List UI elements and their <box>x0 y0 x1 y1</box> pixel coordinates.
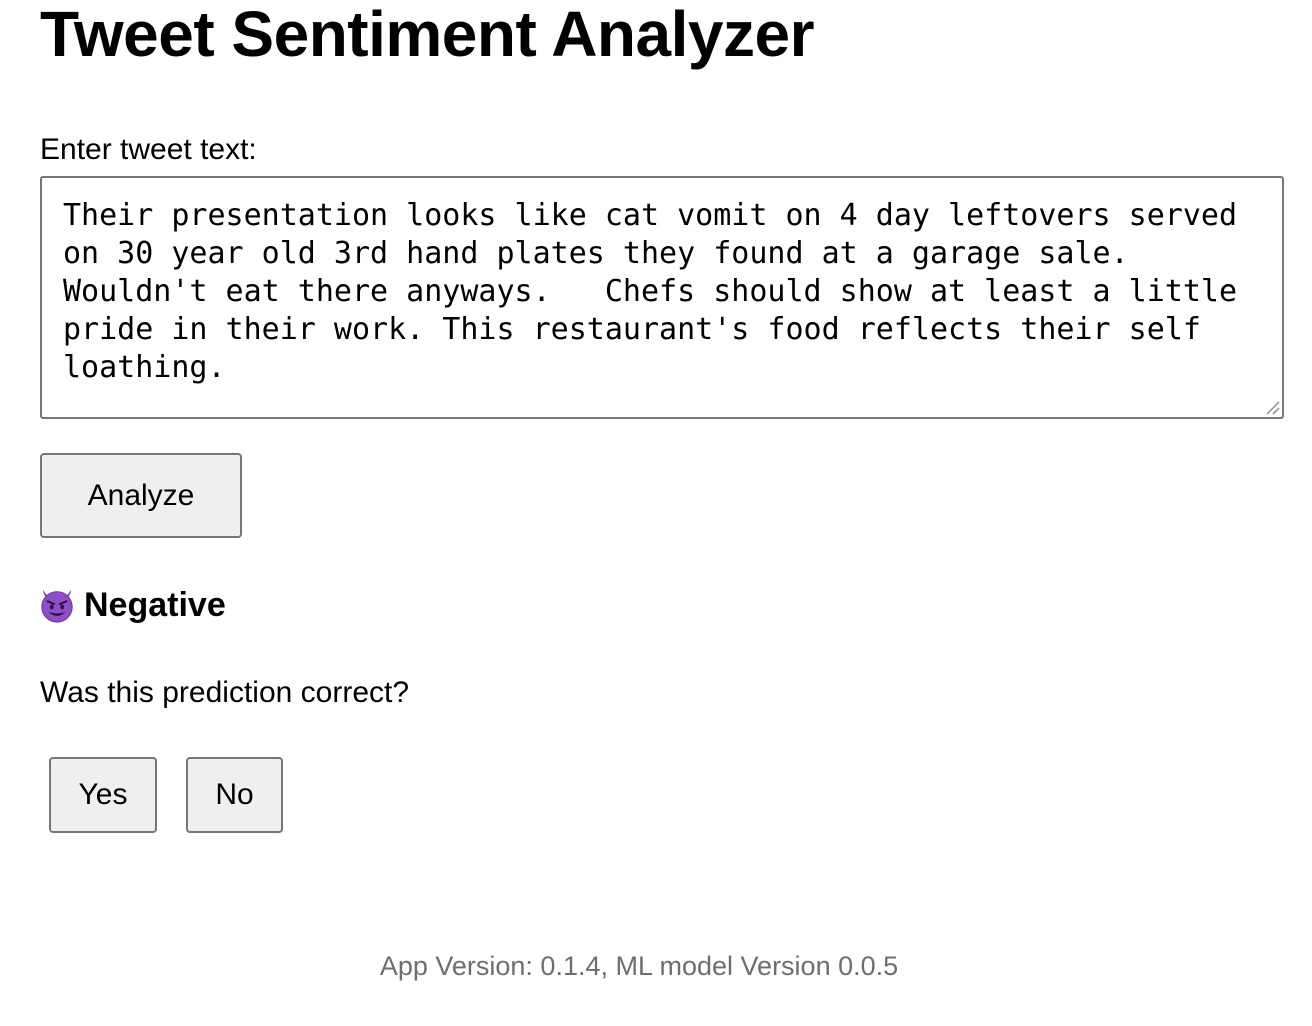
tweet-text-value[interactable]: Their presentation looks like cat vomit … <box>63 197 1242 387</box>
tweet-textarea[interactable]: Their presentation looks like cat vomit … <box>40 176 1284 419</box>
feedback-buttons: Yes No <box>49 757 1284 833</box>
resize-handle-icon[interactable] <box>1264 399 1280 415</box>
feedback-question: Was this prediction correct? <box>40 676 410 709</box>
sentiment-label: Negative <box>84 586 226 624</box>
analyze-button[interactable]: Analyze <box>40 453 242 538</box>
no-button[interactable]: No <box>186 757 283 833</box>
version-footer: App Version: 0.1.4, ML model Version 0.0… <box>379 951 899 981</box>
tweet-input-label: Enter tweet text: <box>40 133 257 166</box>
page-title: Tweet Sentiment Analyzer <box>40 0 814 70</box>
smiling-devil-icon <box>41 589 73 623</box>
prediction-result: Negative <box>40 583 1284 627</box>
app-container: Tweet Sentiment Analyzer Enter tweet tex… <box>40 0 1284 833</box>
yes-button[interactable]: Yes <box>49 757 157 833</box>
